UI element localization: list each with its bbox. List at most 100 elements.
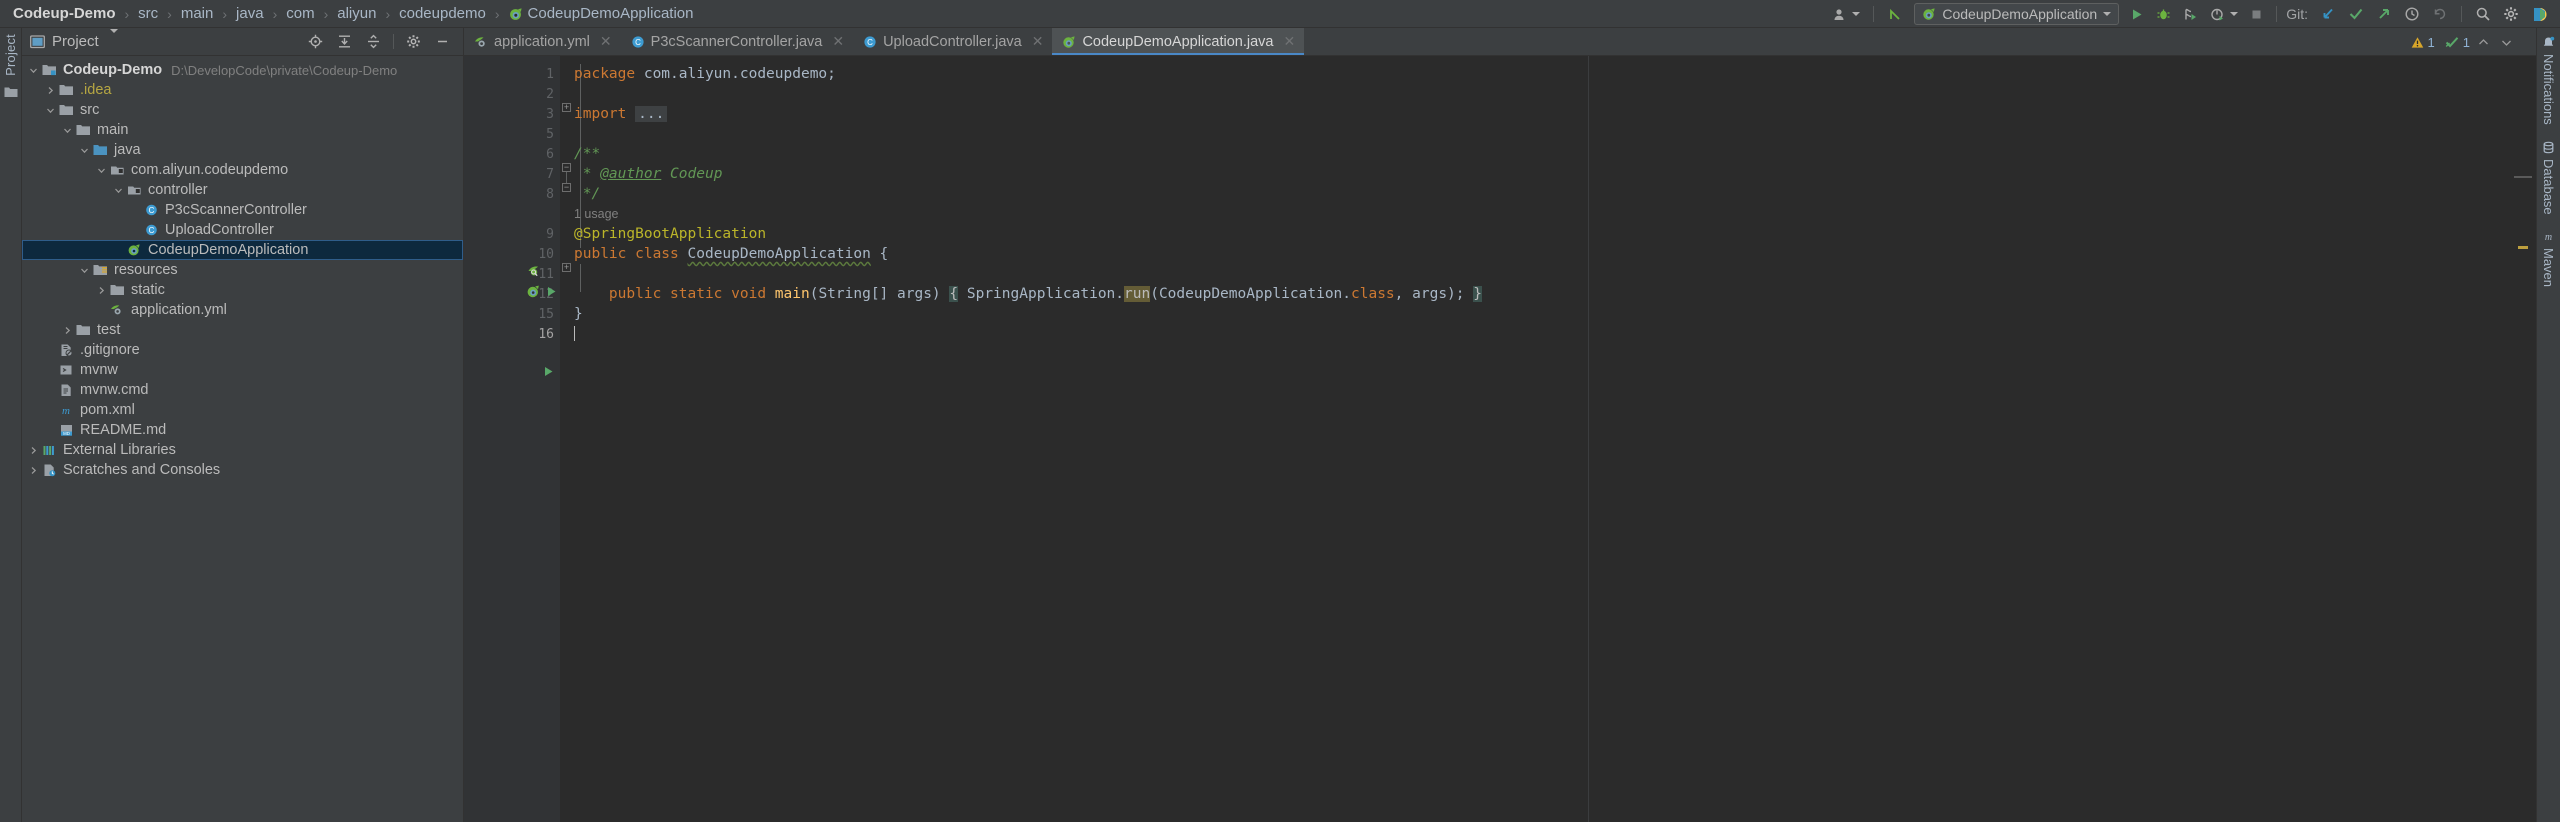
- gutter-line-number-row[interactable]: 6: [464, 144, 560, 164]
- run-play-gutter-icon[interactable]: [543, 366, 554, 377]
- breadcrumb-item-java[interactable]: java: [236, 5, 264, 22]
- breadcrumb-item-main[interactable]: main: [181, 5, 214, 22]
- fold-marker-import[interactable]: +: [562, 103, 571, 112]
- scrollbar-warning-marker[interactable]: [2518, 246, 2528, 249]
- git-commit-button[interactable]: [2342, 3, 2370, 25]
- chevron-down-icon[interactable]: [26, 66, 41, 75]
- code-line[interactable]: [574, 124, 2536, 144]
- spring-bean-icon[interactable]: [527, 264, 542, 279]
- fold-marker-javadoc[interactable]: −: [562, 163, 571, 172]
- gutter-line-number-row[interactable]: 16: [464, 324, 560, 344]
- search-icon[interactable]: [2469, 3, 2497, 25]
- chevron-down-icon[interactable]: [94, 166, 109, 175]
- tree-node[interactable]: CUploadController: [22, 220, 463, 240]
- tree-node[interactable]: static: [22, 280, 463, 300]
- tree-node[interactable]: java: [22, 140, 463, 160]
- code-line[interactable]: [574, 264, 2536, 284]
- chevron-right-icon[interactable]: [26, 466, 41, 475]
- code-line[interactable]: /**: [574, 144, 2536, 164]
- user-avatar-icon[interactable]: [1827, 3, 1866, 25]
- tree-node[interactable]: Codeup-DemoD:\DevelopCode\private\Codeup…: [22, 60, 463, 80]
- code-line[interactable]: @SpringBootApplication: [574, 224, 2536, 244]
- breadcrumb-item-class[interactable]: CodeupDemoApplication: [528, 5, 694, 22]
- tree-node[interactable]: mvnw.cmd: [22, 380, 463, 400]
- run-button[interactable]: [2123, 3, 2150, 25]
- git-update-button[interactable]: [2314, 3, 2342, 25]
- git-history-button[interactable]: [2398, 3, 2426, 25]
- tool-window-label-database[interactable]: Database: [2541, 141, 2556, 215]
- gutter-line-number-row[interactable]: 11: [464, 264, 560, 284]
- tree-node[interactable]: src: [22, 100, 463, 120]
- tree-node[interactable]: .idea: [22, 80, 463, 100]
- git-push-button[interactable]: [2370, 3, 2398, 25]
- code-line[interactable]: }: [574, 304, 2536, 324]
- minimize-icon[interactable]: [428, 31, 457, 53]
- tree-node[interactable]: .gitignore: [22, 340, 463, 360]
- git-rollback-button[interactable]: [2426, 3, 2454, 25]
- breadcrumb-item-com[interactable]: com: [286, 5, 314, 22]
- tool-window-label-notifications[interactable]: Notifications: [2541, 36, 2556, 125]
- gutter-line-number-row[interactable]: 9: [464, 224, 560, 244]
- chevron-down-icon[interactable]: [43, 106, 58, 115]
- chevron-down-icon[interactable]: [77, 266, 92, 275]
- code-line[interactable]: 1 usage: [574, 204, 2536, 224]
- chevron-down-icon[interactable]: [2497, 38, 2516, 47]
- code-editor[interactable]: 123567891011121516 + −: [464, 56, 2536, 822]
- profiler-button[interactable]: [2204, 3, 2244, 25]
- gear-icon[interactable]: [2497, 3, 2525, 25]
- javadoc-author-tag[interactable]: @author: [600, 166, 661, 182]
- collapse-all-icon[interactable]: [359, 31, 388, 53]
- collapsed-imports[interactable]: ...: [635, 106, 667, 122]
- tree-node[interactable]: main: [22, 120, 463, 140]
- tool-window-label-maven[interactable]: m Maven: [2541, 230, 2556, 287]
- fold-marker-javadoc-end[interactable]: −: [562, 183, 571, 192]
- editor-tab-p3cscannercontroller[interactable]: C P3cScannerController.java ✕: [621, 28, 853, 55]
- chevron-down-icon[interactable]: [77, 146, 92, 155]
- breadcrumb-item-project[interactable]: Codeup-Demo: [13, 5, 116, 22]
- code-line[interactable]: package com.aliyun.codeupdemo;: [574, 64, 2536, 84]
- expand-all-icon[interactable]: [330, 31, 359, 53]
- code-line[interactable]: public static void main(String[] args) {…: [574, 284, 2536, 304]
- gear-icon[interactable]: [399, 31, 428, 53]
- chevron-down-icon[interactable]: [60, 126, 75, 135]
- close-icon[interactable]: ✕: [600, 33, 612, 50]
- folder-icon[interactable]: [4, 86, 18, 98]
- run-with-coverage-button[interactable]: [2177, 3, 2204, 25]
- gutter-line-number-row[interactable]: 1: [464, 64, 560, 84]
- code-pane[interactable]: + − − + package com.aliyun.codeupdemo;im…: [560, 56, 2536, 822]
- code-line[interactable]: [574, 84, 2536, 104]
- tree-node[interactable]: test: [22, 320, 463, 340]
- tree-node[interactable]: External Libraries: [22, 440, 463, 460]
- back-arrow-icon[interactable]: [1881, 3, 1910, 25]
- close-icon[interactable]: ✕: [1284, 33, 1296, 50]
- locate-icon[interactable]: [301, 31, 330, 53]
- chevron-up-icon[interactable]: [2474, 38, 2493, 47]
- gutter-line-number-row[interactable]: 3: [464, 104, 560, 124]
- tree-node[interactable]: MDREADME.md: [22, 420, 463, 440]
- tool-window-label-project[interactable]: Project: [3, 34, 18, 76]
- debug-button[interactable]: [2150, 3, 2177, 25]
- chevron-right-icon[interactable]: [26, 446, 41, 455]
- editor-tab-application-yml[interactable]: application.yml ✕: [464, 28, 621, 55]
- tree-node[interactable]: mvnw: [22, 360, 463, 380]
- tree-node[interactable]: Scratches and Consoles: [22, 460, 463, 480]
- tree-node-selected[interactable]: CodeupDemoApplication: [22, 240, 463, 260]
- editor-tab-codeupdemoapplication[interactable]: CodeupDemoApplication.java ✕: [1052, 28, 1304, 55]
- tree-node[interactable]: com.aliyun.codeupdemo: [22, 160, 463, 180]
- close-icon[interactable]: ✕: [1032, 33, 1044, 50]
- code-line[interactable]: * @author Codeup: [574, 164, 2536, 184]
- breadcrumb-item-src[interactable]: src: [138, 5, 158, 22]
- code-line[interactable]: */: [574, 184, 2536, 204]
- gutter-line-number-row[interactable]: 2: [464, 84, 560, 104]
- gutter-line-number-row[interactable]: 5: [464, 124, 560, 144]
- breadcrumb-item-codeupdemo[interactable]: codeupdemo: [399, 5, 486, 22]
- tree-node[interactable]: mpom.xml: [22, 400, 463, 420]
- code-line[interactable]: import ...: [574, 104, 2536, 124]
- intellij-logo-icon[interactable]: [2525, 3, 2554, 25]
- run-play-gutter-icon[interactable]: [546, 286, 557, 297]
- tree-node[interactable]: resources: [22, 260, 463, 280]
- run-configuration-selector[interactable]: CodeupDemoApplication: [1914, 3, 2119, 25]
- spring-boot-run-icon[interactable]: [526, 284, 542, 299]
- tree-node[interactable]: controller: [22, 180, 463, 200]
- stop-button[interactable]: [2244, 3, 2269, 25]
